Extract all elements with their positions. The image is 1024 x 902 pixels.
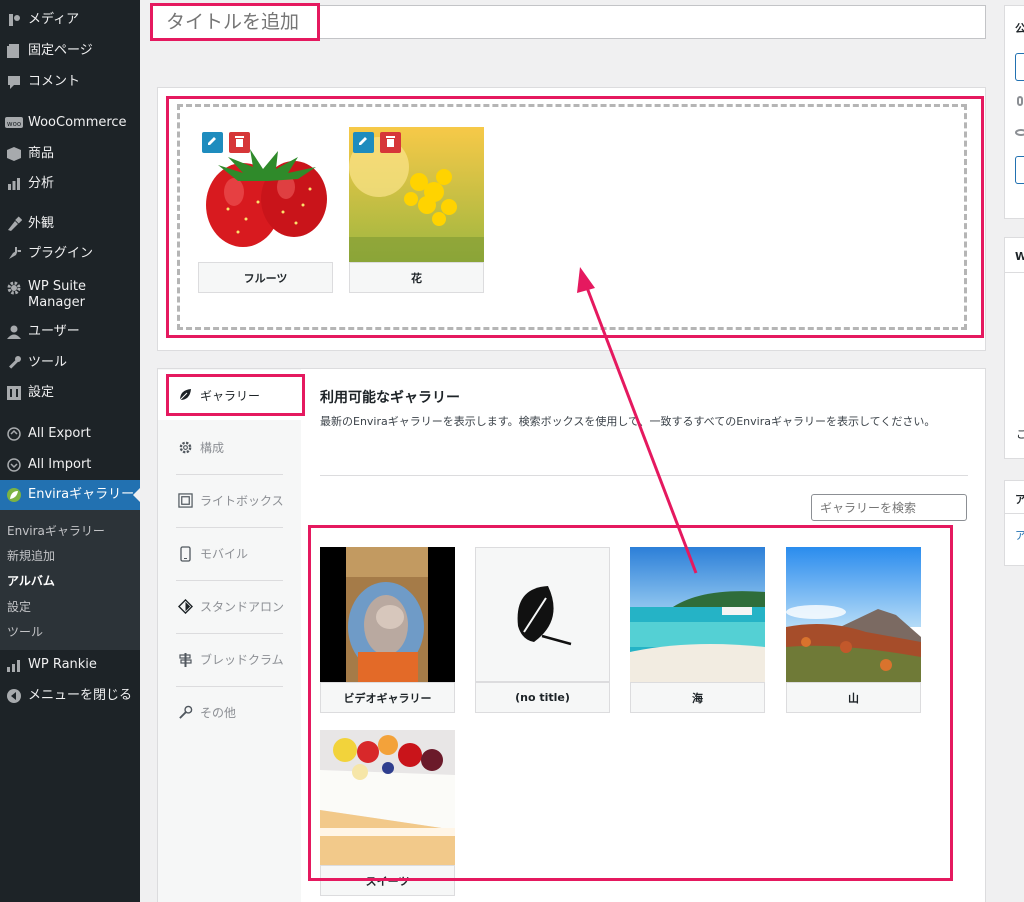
widget-box-title: W: [1015, 250, 1024, 263]
available-galleries-heading: 利用可能なギャラリー: [320, 390, 460, 406]
pin-icon: [1017, 96, 1023, 106]
album-item-caption: 花: [349, 262, 484, 293]
edit-album-item-button[interactable]: [202, 132, 223, 153]
sidebar-item-analytics[interactable]: 分析: [0, 169, 140, 199]
analytics-icon: [0, 176, 28, 192]
import-icon: [0, 457, 28, 473]
album-box-link[interactable]: ア: [1015, 527, 1024, 543]
settings-icon: [0, 385, 28, 401]
sidebar-item-products[interactable]: 商品: [0, 139, 140, 169]
product-icon: [0, 146, 28, 162]
sidebar-item-comments[interactable]: コメント: [0, 67, 140, 97]
remove-album-item-button[interactable]: [229, 132, 250, 153]
submenu-albums[interactable]: アルバム: [7, 572, 55, 589]
album-item-caption: フルーツ: [198, 262, 333, 293]
sidebar-item-plugins[interactable]: プラグイン: [0, 239, 140, 269]
gear-icon: [174, 440, 196, 455]
gallery-item-caption: 山: [786, 682, 921, 713]
tab-breadcrumbs[interactable]: ブレッドクラム: [158, 633, 301, 686]
page-icon: [0, 43, 28, 59]
admin-sidebar: メディア 固定ページ コメント woo WooCommerce 商品 分析 外観…: [0, 0, 140, 902]
collapse-icon: [0, 688, 28, 704]
woo-icon: woo: [0, 116, 28, 130]
remove-album-item-button[interactable]: [380, 132, 401, 153]
submenu-tools[interactable]: ツール: [7, 623, 43, 640]
tab-standalone[interactable]: スタンドアロン: [158, 580, 301, 633]
album-item-flowers[interactable]: 花: [349, 127, 484, 293]
submenu-envira-gallery[interactable]: Enviraギャラリー: [7, 522, 105, 539]
media-icon: [0, 12, 28, 28]
tab-mobile[interactable]: モバイル: [158, 527, 301, 580]
tab-misc[interactable]: その他: [158, 686, 301, 739]
appearance-icon: [0, 216, 28, 232]
sidebar-collapse-menu[interactable]: メニューを閉じる: [0, 681, 140, 711]
title-input[interactable]: [152, 6, 985, 38]
sidebar-item-settings[interactable]: 設定: [0, 378, 140, 408]
rankie-icon: [0, 658, 28, 672]
gallery-search-input[interactable]: [811, 494, 967, 521]
signpost-icon: [174, 652, 196, 668]
gallery-item-caption: (no title): [475, 682, 610, 713]
plugin-icon: [0, 246, 28, 262]
sidebar-item-wp-suite-manager[interactable]: WP Suite Manager: [0, 279, 140, 313]
user-icon: [0, 324, 28, 340]
sidebar-item-pages[interactable]: 固定ページ: [0, 36, 140, 66]
sidebar-item-woocommerce[interactable]: woo WooCommerce: [0, 108, 140, 138]
publish-box-title: 公: [1015, 22, 1024, 35]
submenu-settings[interactable]: 設定: [7, 598, 31, 615]
export-icon: [0, 426, 28, 442]
gallery-item-sweets[interactable]: スイーツ: [320, 730, 455, 896]
pencil-icon: [358, 135, 369, 150]
comment-icon: [0, 74, 28, 90]
wrench-icon: [174, 705, 196, 720]
trash-icon: [385, 135, 396, 151]
divider: [1005, 513, 1024, 514]
sidebar-item-media[interactable]: メディア: [0, 5, 140, 35]
drag-arrow-annotation: [577, 267, 698, 574]
gallery-item-caption: スイーツ: [320, 865, 455, 896]
publish-box: 公: [1004, 5, 1024, 219]
sidebar-item-tools[interactable]: ツール: [0, 348, 140, 378]
sidebar-item-envira-gallery[interactable]: Enviraギャラリー: [0, 480, 140, 510]
gallery-item-mountain[interactable]: 山: [786, 547, 921, 713]
trash-icon: [234, 135, 245, 151]
leaf-icon: [174, 387, 196, 403]
wrench-icon: [0, 355, 28, 371]
sidebar-item-appearance[interactable]: 外観: [0, 209, 140, 239]
gallery-item-video[interactable]: ビデオギャラリー: [320, 547, 455, 713]
standalone-icon: [174, 599, 196, 614]
pencil-icon: [207, 135, 218, 150]
gallery-item-caption: 海: [630, 682, 765, 713]
mountain-image: [786, 547, 921, 682]
mobile-icon: [174, 545, 196, 562]
album-item-fruits[interactable]: フルーツ: [198, 127, 333, 293]
album-box: ア ア: [1004, 480, 1024, 566]
sidebar-item-all-import[interactable]: All Import: [0, 450, 140, 480]
edit-album-item-button[interactable]: [353, 132, 374, 153]
widget-box: W こ: [1004, 237, 1024, 459]
sidebar-item-users[interactable]: ユーザー: [0, 317, 140, 347]
sidebar-item-all-export[interactable]: All Export: [0, 419, 140, 449]
submenu-add-new[interactable]: 新規追加: [7, 547, 55, 564]
eye-icon: [1015, 129, 1024, 136]
tab-lightbox[interactable]: ライトボックス: [158, 474, 301, 527]
save-draft-button[interactable]: [1015, 53, 1024, 81]
divider: [1005, 272, 1024, 273]
lightbox-icon: [174, 493, 196, 508]
envira-leaf-icon: [0, 487, 28, 503]
gear-icon: [0, 279, 28, 296]
preview-button[interactable]: [1015, 156, 1024, 184]
tab-galleries[interactable]: ギャラリー: [158, 370, 301, 420]
sleeping-cat-image: [320, 547, 455, 682]
fruit-cake-image: [320, 730, 455, 865]
album-box-title: ア: [1015, 493, 1024, 506]
gallery-item-caption: ビデオギャラリー: [320, 682, 455, 713]
envira-submenu: Enviraギャラリー 新規追加 アルバム 設定 ツール: [0, 510, 140, 650]
svg-text:woo: woo: [7, 120, 21, 128]
title-field: [151, 5, 986, 39]
sidebar-item-wp-rankie[interactable]: WP Rankie: [0, 650, 140, 680]
widget-box-text: こ: [1016, 428, 1024, 441]
tab-config[interactable]: 構成: [158, 421, 301, 474]
